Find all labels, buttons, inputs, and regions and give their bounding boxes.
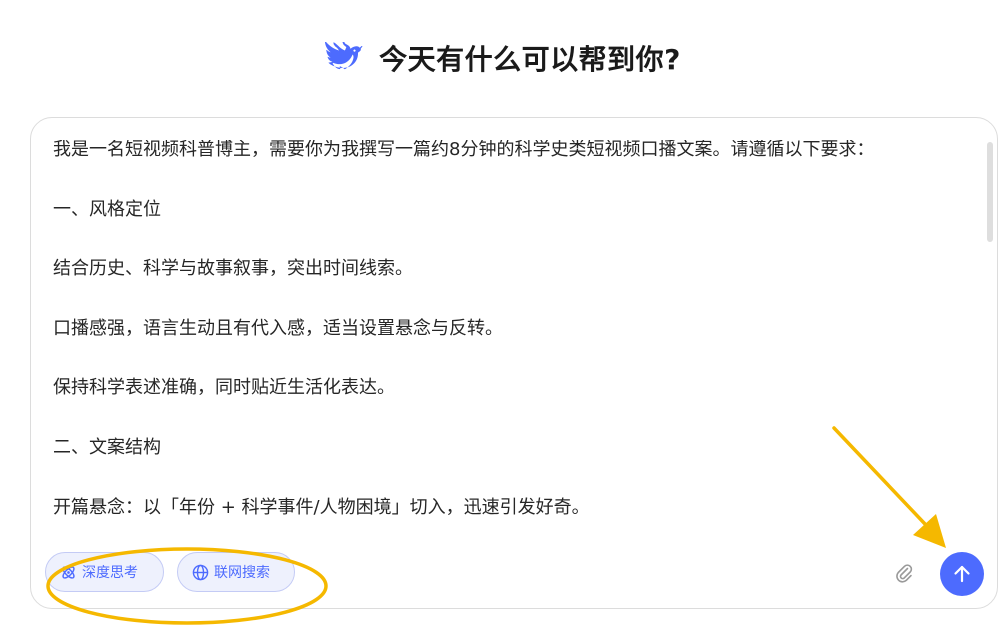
send-button[interactable] xyxy=(940,552,984,596)
message-line: 口播感强，语言生动且有代入感，适当设置悬念与反转。 xyxy=(53,317,503,339)
chat-page: 今天有什么可以帮到你? 我是一名短视频科普博主，需要你为我撰写一篇约8分钟的科学… xyxy=(0,0,1004,639)
message-line: 结合历史、科学与故事叙事，突出时间线索。 xyxy=(53,258,413,280)
deep-think-label: 深度思考 xyxy=(82,565,138,581)
atom-icon xyxy=(62,565,75,579)
web-search-label: 联网搜索 xyxy=(214,565,270,581)
message-line: 一、风格定位 xyxy=(53,198,161,220)
whale-logo-icon xyxy=(325,42,363,70)
web-search-button[interactable]: 联网搜索 xyxy=(177,552,295,592)
globe-icon xyxy=(192,564,209,580)
header: 今天有什么可以帮到你? xyxy=(0,34,1004,82)
deep-think-button[interactable]: 深度思考 xyxy=(45,552,164,592)
message-line: 开篇悬念：以「年份 + 科学事件/人物困境」切入，迅速引发好奇。 xyxy=(53,496,590,518)
page-title: 今天有什么可以帮到你? xyxy=(379,43,681,76)
arrow-up-icon xyxy=(954,565,970,583)
message-line: 保持科学表述准确，同时贴近生活化表达。 xyxy=(53,377,395,399)
message-line: 二、文案结构 xyxy=(53,436,161,458)
message-line: 我是一名短视频科普博主，需要你为我撰写一篇约8分钟的科学史类短视频口播文案。请遵… xyxy=(53,140,875,160)
chat-input-box[interactable]: 我是一名短视频科普博主，需要你为我撰写一篇约8分钟的科学史类短视频口播文案。请遵… xyxy=(30,117,998,609)
paperclip-icon[interactable] xyxy=(893,562,915,584)
scrollbar[interactable] xyxy=(987,142,993,242)
message-textarea[interactable]: 我是一名短视频科普博主，需要你为我撰写一篇约8分钟的科学史类短视频口播文案。请遵… xyxy=(53,140,963,545)
